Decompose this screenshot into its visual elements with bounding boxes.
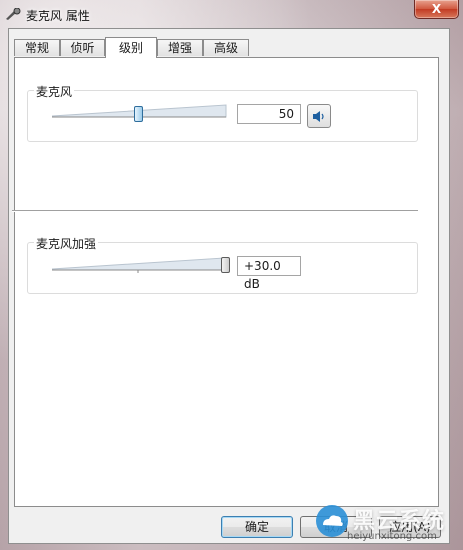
close-button[interactable]: X	[414, 0, 459, 19]
ok-button[interactable]: 确定	[221, 516, 293, 538]
microphone-level-label: 麦克风	[34, 83, 75, 100]
tab-enhancements[interactable]: 增强	[157, 39, 203, 56]
close-icon: X	[431, 2, 442, 16]
levels-panel: 麦克风 50 麦克风加强 +30.0 dB	[12, 57, 439, 507]
microphone-level-group: 麦克风 50	[27, 83, 418, 142]
section-divider	[12, 210, 418, 212]
title-bar[interactable]: 麦克风 属性 X	[0, 0, 463, 28]
microphone-boost-slider[interactable]	[52, 254, 232, 274]
microphone-boost-label: 麦克风加强	[34, 235, 99, 252]
slider-track	[52, 257, 225, 273]
dialog-client: 常规 侦听 级别 增强 高级 麦克风 50 麦克风加强 +30.0 dB 确定 …	[8, 28, 450, 544]
window-title: 麦克风 属性	[26, 9, 90, 23]
mute-button[interactable]	[307, 104, 331, 128]
microphone-level-slider[interactable]	[52, 102, 228, 122]
watermark-url: heiyunxitong.com	[347, 531, 437, 542]
microphone-boost-value: +30.0 dB	[237, 256, 301, 291]
cloud-logo-icon	[316, 505, 348, 537]
watermark: 黑云系统 heiyunxitong.com	[305, 498, 463, 550]
tab-levels[interactable]: 级别	[105, 37, 157, 58]
microphone-boost-group: 麦克风加强 +30.0 dB	[27, 235, 418, 294]
microphone-app-icon	[6, 8, 21, 20]
microphone-level-thumb[interactable]	[134, 106, 143, 122]
microphone-level-value[interactable]: 50	[237, 104, 301, 124]
tab-general[interactable]: 常规	[14, 39, 60, 56]
microphone-boost-thumb[interactable]	[221, 257, 230, 273]
speaker-icon	[313, 111, 324, 122]
tab-advanced[interactable]: 高级	[203, 39, 249, 56]
tab-listen[interactable]: 侦听	[60, 39, 105, 56]
